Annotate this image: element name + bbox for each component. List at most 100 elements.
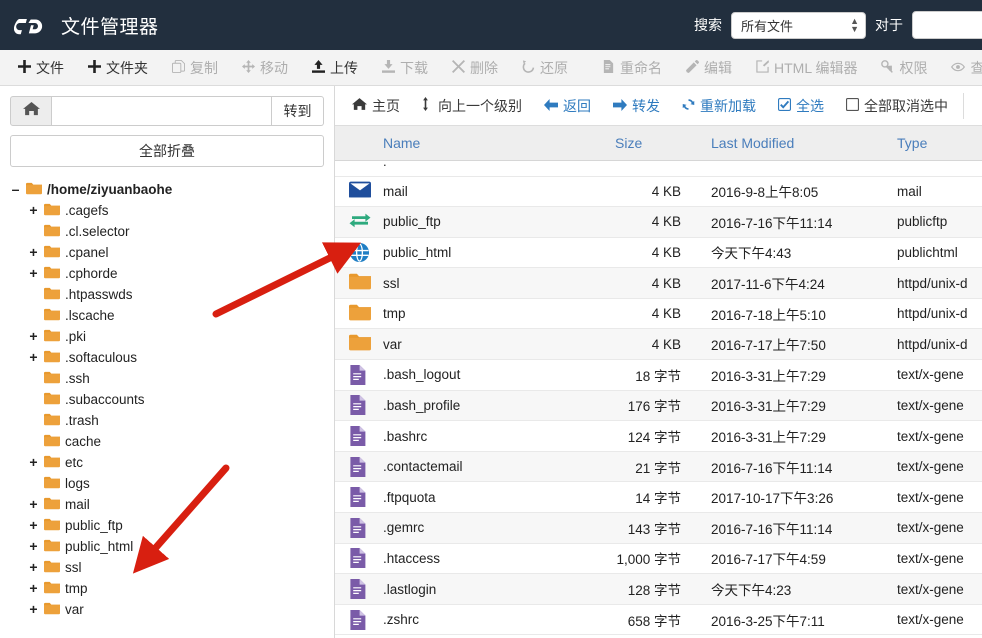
copy-button-label: 复制 — [190, 59, 218, 76]
table-row[interactable]: .gemrc 143 字节 2016-7-16下午11:14 text/x-gene — [335, 512, 982, 544]
new-folder-button[interactable]: 文件夹 — [76, 53, 160, 83]
new-file-button[interactable]: 文件 — [6, 53, 76, 83]
download-button[interactable]: 下载 — [370, 53, 440, 83]
search-scope-select[interactable]: 所有文件 ▲ ▼ — [731, 11, 866, 39]
arrow-right-icon — [613, 98, 627, 114]
restore-button[interactable]: 还原 — [510, 53, 580, 83]
html-editor-button[interactable]: HTML 编辑器 — [744, 53, 869, 83]
tree-item-htpasswds[interactable]: +.htpasswds — [10, 284, 324, 305]
table-row[interactable]: public_html 4 KB 今天下午4:43 publichtml — [335, 237, 982, 269]
table-row[interactable]: .bashrc 124 字节 2016-3-31上午7:29 text/x-gene — [335, 420, 982, 452]
tree-item-cpanel[interactable]: + .cpanel — [10, 242, 324, 263]
nav-up-one-level-button[interactable]: 向上一个级别 — [411, 91, 533, 121]
sidebar-home-button[interactable] — [10, 96, 52, 126]
column-header-size[interactable]: Size — [607, 126, 703, 161]
tree-item-label: .cpanel — [65, 245, 109, 260]
expand-toggle-icon[interactable]: + — [28, 602, 39, 616]
table-row[interactable]: mail 4 KB 2016-9-8上午8:05 mail — [335, 176, 982, 208]
ftp-transfer-icon — [349, 212, 371, 232]
tree-item-ssh[interactable]: +.ssh — [10, 368, 324, 389]
expand-toggle-icon[interactable]: + — [28, 329, 39, 343]
table-row[interactable]: public_ftp 4 KB 2016-7-16下午11:14 publicftp — [335, 206, 982, 238]
expand-toggle-icon[interactable]: + — [28, 203, 39, 217]
search-for-label: 对于 — [875, 17, 903, 33]
tree-item-cphorde[interactable]: + .cphorde — [10, 263, 324, 284]
tree-item-homeziyuanbaohe[interactable]: – /home/ziyuanbaohe — [10, 179, 324, 200]
file-icon-cell — [335, 298, 375, 330]
folder-icon — [44, 560, 60, 576]
nav-select-all-button[interactable]: 全选 — [767, 91, 835, 121]
tree-item-label: ssl — [65, 560, 82, 575]
file-icon-cell — [335, 512, 375, 544]
tree-item-cagefs[interactable]: + .cagefs — [10, 200, 324, 221]
column-header-type[interactable]: Type — [889, 126, 982, 161]
expand-toggle-icon[interactable]: + — [28, 455, 39, 469]
tree-item-lscache[interactable]: +.lscache — [10, 305, 324, 326]
tree-item-tmp[interactable]: + tmp — [10, 578, 324, 599]
edit-button[interactable]: 编辑 — [674, 53, 744, 83]
goto-button[interactable]: 转到 — [272, 96, 324, 126]
view-button[interactable]: 查 — [939, 53, 982, 83]
upload-button[interactable]: 上传 — [300, 53, 370, 83]
nav-forward-button[interactable]: 转发 — [602, 91, 671, 121]
expand-toggle-icon[interactable]: + — [28, 560, 39, 574]
table-row[interactable]: tmp 4 KB 2016-7-18上午5:10 httpd/unix-d — [335, 298, 982, 330]
expand-toggle-icon[interactable]: + — [28, 518, 39, 532]
tree-item-ssl[interactable]: + ssl — [10, 557, 324, 578]
tree-item-etc[interactable]: + etc — [10, 452, 324, 473]
expand-toggle-icon[interactable]: + — [28, 245, 39, 259]
upload-button-label: 上传 — [330, 59, 358, 76]
table-row[interactable]: ssl 4 KB 2017-11-6下午4:24 httpd/unix-d — [335, 267, 982, 299]
table-row[interactable]: var 4 KB 2016-7-17上午7:50 httpd/unix-d — [335, 328, 982, 361]
expand-toggle-icon[interactable]: + — [28, 581, 39, 595]
permissions-button[interactable]: 权限 — [869, 53, 939, 83]
nav-unselect-all-button[interactable]: 全部取消选中 — [835, 91, 959, 121]
tree-item-pki[interactable]: + .pki — [10, 326, 324, 347]
table-row[interactable]: .lastlogin 128 字节 今天下午4:23 text/x-gene — [335, 573, 982, 605]
table-row[interactable]: .contactemail 21 字节 2016-7-16下午11:14 text/x… — [335, 451, 982, 483]
expand-toggle-icon[interactable]: + — [28, 266, 39, 280]
tree-item-cache[interactable]: +cache — [10, 431, 324, 452]
globe-icon — [349, 242, 371, 263]
column-header-last-modified[interactable]: Last Modified — [703, 126, 889, 161]
copy-button[interactable]: 复制 — [160, 53, 230, 83]
search-input[interactable] — [912, 11, 982, 39]
expand-toggle-icon[interactable]: + — [28, 350, 39, 364]
collapse-all-button[interactable]: 全部折叠 — [10, 135, 324, 167]
file-name-cell: .lastlogin — [375, 573, 607, 605]
new-file-button-label: 文件 — [36, 59, 64, 76]
move-button[interactable]: 移动 — [230, 53, 300, 83]
tree-item-mail[interactable]: + mail — [10, 494, 324, 515]
delete-button[interactable]: 删除 — [440, 53, 510, 83]
tree-item-softaculous[interactable]: + .softaculous — [10, 347, 324, 368]
table-row[interactable]: .ftpquota 14 字节 2017-10-17下午3:26 text/x-gen… — [335, 481, 982, 514]
tree-item-var[interactable]: + var — [10, 599, 324, 620]
folder-icon — [44, 224, 60, 240]
nav-reload-button[interactable]: 重新加载 — [671, 91, 767, 121]
collapse-toggle-icon[interactable]: – — [10, 182, 21, 196]
folder-icon — [44, 497, 60, 513]
tree-item-logs[interactable]: +logs — [10, 473, 324, 494]
tree-item-trash[interactable]: +.trash — [10, 410, 324, 431]
partial-cell — [889, 160, 982, 177]
partially-scrolled-row[interactable]: . — [335, 160, 982, 177]
column-header-name[interactable]: Name — [375, 126, 607, 161]
rename-button[interactable]: 重命名 — [590, 53, 674, 83]
table-row[interactable]: .htaccess 1,000 字节 2016-7-17下午4:59 text/x-g… — [335, 543, 982, 575]
tree-item-subaccounts[interactable]: +.subaccounts — [10, 389, 324, 410]
tree-item-clselector[interactable]: +.cl.selector — [10, 221, 324, 242]
table-row[interactable]: .bash_logout 18 字节 2016-3-31上午7:29 text/x-g… — [335, 359, 982, 391]
table-row[interactable]: .zshrc 658 字节 2016-3-25下午7:11 text/x-gene — [335, 604, 982, 636]
nav-reload-button-label: 重新加载 — [700, 97, 756, 114]
file-icon-cell — [335, 390, 375, 422]
expand-toggle-icon[interactable]: + — [28, 539, 39, 553]
tree-item-public_ftp[interactable]: + public_ftp — [10, 515, 324, 536]
folder-icon — [26, 182, 42, 198]
tree-item-public_html[interactable]: + public_html — [10, 536, 324, 557]
path-input[interactable] — [52, 96, 272, 126]
table-row[interactable]: .bash_profile 176 字节 2016-3-31上午7:29 text/x… — [335, 390, 982, 422]
nav-home-button[interactable]: 主页 — [341, 91, 411, 121]
nav-back-button[interactable]: 返回 — [533, 91, 602, 121]
expand-toggle-icon[interactable]: + — [28, 497, 39, 511]
file-size-cell: 658 字节 — [607, 604, 703, 636]
